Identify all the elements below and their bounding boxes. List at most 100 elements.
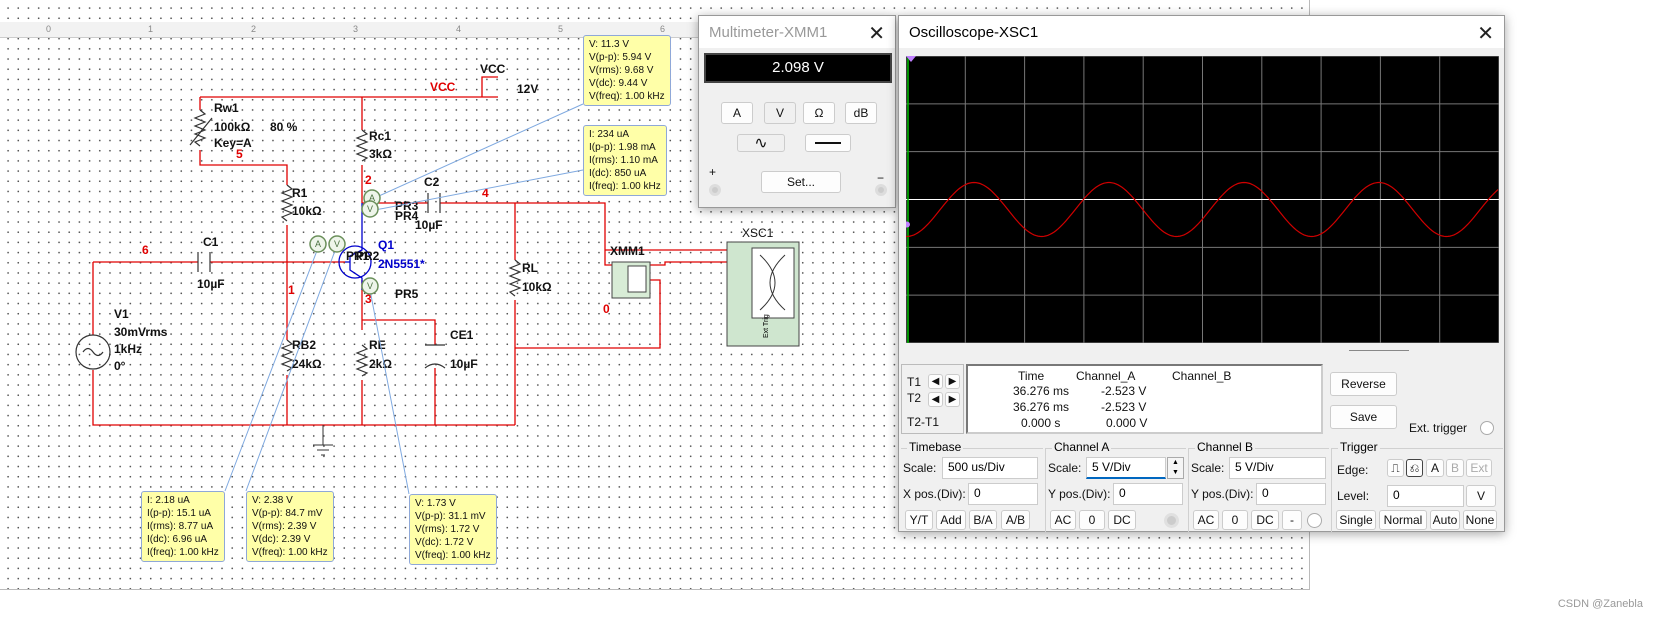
negative-terminal[interactable]	[875, 184, 887, 196]
trigger-single-button[interactable]: Single	[1336, 510, 1376, 530]
rl-resistor	[508, 259, 522, 297]
t2-left-arrow-icon[interactable]: ◀	[928, 392, 943, 407]
timebase-scale-input[interactable]: 500 us/Div	[942, 457, 1038, 479]
r1-label: R1	[292, 186, 308, 200]
channel-a-terminal[interactable]	[1164, 513, 1179, 528]
ammeter-mode-button[interactable]: A	[721, 102, 753, 124]
cell: -2.523 V	[1101, 400, 1147, 414]
rising-edge-icon[interactable]: ⎍	[1387, 459, 1404, 477]
probe-value: I: 234 uA	[589, 129, 630, 140]
multimeter-titlebar[interactable]: Multimeter-XMM1	[699, 16, 895, 48]
watermark: CSDN @Zanebla	[1557, 598, 1643, 610]
svg-text:V: V	[367, 204, 373, 214]
positive-terminal[interactable]	[709, 184, 721, 196]
yt-button[interactable]: Y/T	[905, 510, 933, 530]
svg-text:V: V	[367, 281, 373, 291]
t2-t1-label: T2-T1	[907, 415, 940, 429]
re-resistor	[355, 344, 369, 377]
channel-a-scale-input[interactable]: 5 V/Div	[1086, 457, 1166, 479]
probe-label-pr2: PR2	[356, 249, 380, 263]
t1-label: T1	[907, 375, 922, 389]
falling-edge-icon[interactable]: ⎌	[1406, 459, 1423, 477]
channel-b-group: Channel B Scale: 5 V/Div Y pos.(Div): 0 …	[1188, 440, 1329, 532]
channel-a-dc-button[interactable]: DC	[1108, 510, 1136, 530]
xmm1-instrument[interactable]	[611, 261, 651, 299]
trigger-source-b-button[interactable]: B	[1446, 459, 1464, 477]
voltmeter-mode-button[interactable]: V	[764, 102, 796, 124]
probe-value: V(dc): 2.39 V	[252, 534, 311, 545]
set-button[interactable]: Set...	[761, 171, 841, 193]
probe-readout-pr2: V: 2.38 V V(p-p): 84.7 mV V(rms): 2.39 V V(…	[246, 491, 334, 562]
close-icon[interactable]: ✕	[1477, 21, 1494, 46]
oscilloscope-titlebar[interactable]: Oscilloscope-XSC1	[899, 16, 1504, 48]
rb2-resistor	[280, 339, 294, 372]
rc1-resistor	[355, 129, 369, 162]
x-pos-input[interactable]: 0	[968, 483, 1038, 505]
channel-a-zero-button[interactable]: 0	[1079, 510, 1105, 530]
channel-a-scale-spinner[interactable]: ▲ ▼	[1167, 457, 1184, 479]
rw1-value: 100kΩ	[214, 120, 251, 134]
channel-b-ac-button[interactable]: AC	[1193, 510, 1219, 530]
c2-capacitor	[427, 193, 441, 213]
t1-left-arrow-icon[interactable]: ◀	[928, 374, 943, 389]
c1-capacitor	[197, 252, 211, 272]
db-mode-button[interactable]: dB	[845, 102, 877, 124]
channel-b-scale-input[interactable]: 5 V/Div	[1229, 457, 1326, 479]
c1-label: C1	[203, 235, 219, 249]
multimeter-title: Multimeter-XMM1	[709, 23, 828, 41]
reverse-button[interactable]: Reverse	[1330, 372, 1397, 396]
rl-value: 10kΩ	[522, 280, 552, 294]
probe-value: I(rms): 8.77 uA	[147, 521, 214, 532]
channel-a-y-pos-input[interactable]: 0	[1113, 483, 1183, 505]
probe-value: I(p-p): 1.98 mA	[589, 142, 656, 153]
probe-value: I: 2.18 uA	[147, 495, 190, 506]
dc-mode-button[interactable]	[805, 134, 851, 152]
channel-b-dc-button[interactable]: DC	[1251, 510, 1279, 530]
probe-value: V(freq): 1.00 kHz	[589, 91, 665, 102]
channel-b-terminal[interactable]	[1307, 513, 1322, 528]
xsc1-instrument[interactable]: Ext Trig	[726, 241, 800, 347]
trigger-source-ext-button[interactable]: Ext	[1466, 459, 1492, 477]
node-5: 5	[236, 147, 243, 161]
trigger-none-button[interactable]: None	[1463, 510, 1497, 530]
channel-b-y-pos-input[interactable]: 0	[1256, 483, 1326, 505]
r1-value: 10kΩ	[292, 204, 322, 218]
channel-b-minus-button[interactable]: -	[1282, 510, 1302, 530]
channel-a-scale-label: Scale:	[1048, 461, 1082, 475]
a-over-b-button[interactable]: A/B	[1001, 510, 1030, 530]
probe-value: I(dc): 850 uA	[589, 168, 647, 179]
ext-trigger-terminal[interactable]	[1480, 421, 1494, 435]
oscilloscope-window[interactable]: Oscilloscope-XSC1 ✕ T1 T2 T2-T1 ◀ ▶ ◀ ▶ …	[898, 15, 1505, 532]
rc1-label: Rc1	[369, 129, 391, 143]
vcc-label: VCC	[480, 62, 506, 76]
trigger-level-unit[interactable]: V	[1466, 485, 1496, 507]
node-2: 2	[365, 173, 372, 187]
oscilloscope-screen[interactable]	[906, 56, 1499, 343]
trigger-auto-button[interactable]: Auto	[1430, 510, 1460, 530]
channel-b-zero-button[interactable]: 0	[1222, 510, 1248, 530]
channel-a-ac-button[interactable]: AC	[1050, 510, 1076, 530]
b-over-a-button[interactable]: B/A	[969, 510, 997, 530]
trigger-label: Trigger	[1338, 440, 1380, 454]
trigger-source-a-button[interactable]: A	[1426, 459, 1444, 477]
ac-mode-button[interactable]: ∿	[737, 134, 785, 152]
sine-wave-icon: ∿	[754, 135, 768, 152]
probe-value: V(p-p): 5.94 V	[589, 52, 652, 63]
probe-value: V: 11.3 V	[589, 39, 630, 50]
trigger-level-input[interactable]: 0	[1387, 485, 1464, 507]
probe-value: V(p-p): 31.1 mV	[415, 511, 486, 522]
ohmmeter-mode-button[interactable]: Ω	[803, 102, 835, 124]
save-button[interactable]: Save	[1330, 405, 1397, 429]
t1-right-arrow-icon[interactable]: ▶	[945, 374, 960, 389]
t2-right-arrow-icon[interactable]: ▶	[945, 392, 960, 407]
rc1-value: 3kΩ	[369, 147, 392, 161]
trigger-normal-button[interactable]: Normal	[1379, 510, 1427, 530]
close-icon[interactable]: ✕	[868, 21, 885, 46]
ce1-value: 10µF	[450, 357, 478, 371]
multimeter-window[interactable]: Multimeter-XMM1 ✕ 2.098 V A V Ω dB ∿ Set…	[698, 15, 896, 208]
cell: 0.000 V	[1106, 416, 1148, 430]
rw1-label: Rw1	[214, 101, 239, 115]
add-button[interactable]: Add	[936, 510, 966, 530]
splitter-handle[interactable]	[1349, 350, 1409, 351]
probe-value: I(freq): 1.00 kHz	[589, 181, 661, 192]
